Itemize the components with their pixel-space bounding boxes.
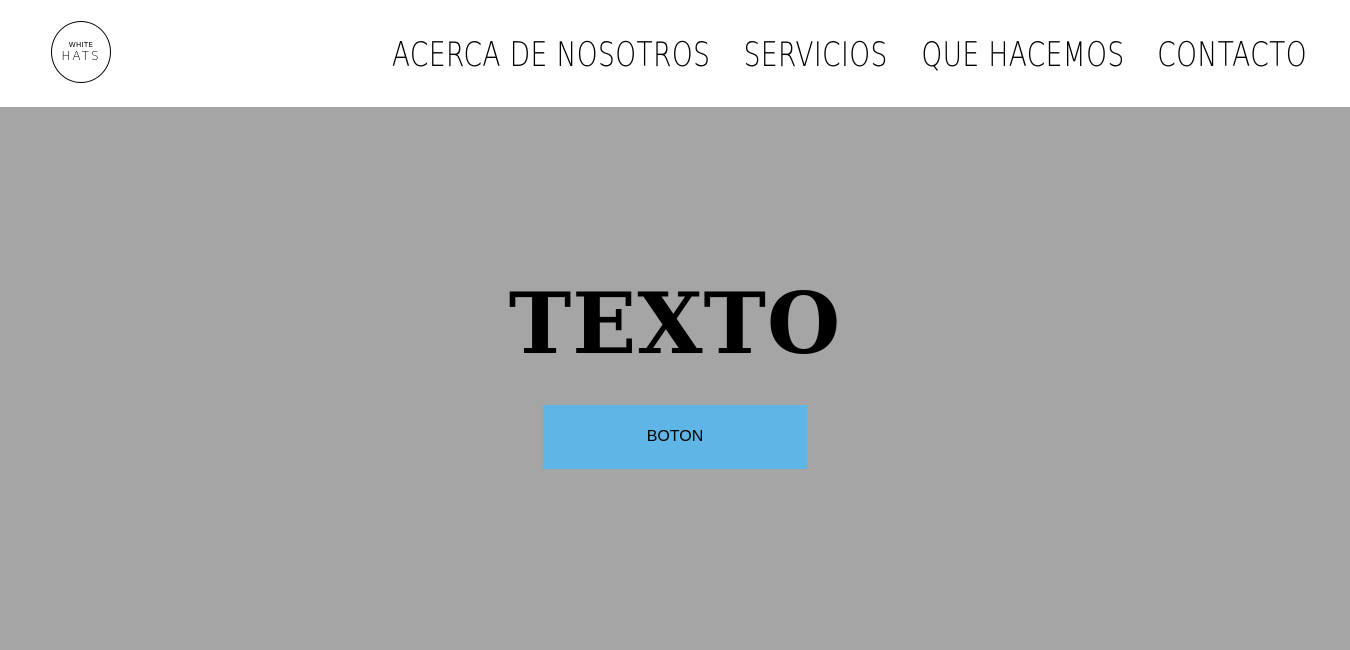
hero-section: TEXTO BOTON (0, 107, 1350, 650)
logo-subtitle: WHITE (68, 41, 94, 49)
nav-item-contacto[interactable]: CONTACTO (1157, 34, 1307, 76)
site-header: WHITE HATS ACERCA DE NOSOTROS SERVICIOS … (0, 0, 1350, 107)
main-nav: ACERCA DE NOSOTROS SERVICIOS QUE HACEMOS… (392, 34, 1307, 76)
logo-title: HATS (61, 49, 101, 63)
hero-cta-button[interactable]: BOTON (543, 405, 807, 469)
nav-item-servicios[interactable]: SERVICIOS (744, 34, 888, 76)
nav-item-acerca-de-nosotros[interactable]: ACERCA DE NOSOTROS (392, 34, 711, 76)
hero-title: TEXTO (508, 274, 842, 373)
nav-item-que-hacemos[interactable]: QUE HACEMOS (921, 34, 1124, 76)
logo[interactable]: WHITE HATS (51, 21, 111, 83)
